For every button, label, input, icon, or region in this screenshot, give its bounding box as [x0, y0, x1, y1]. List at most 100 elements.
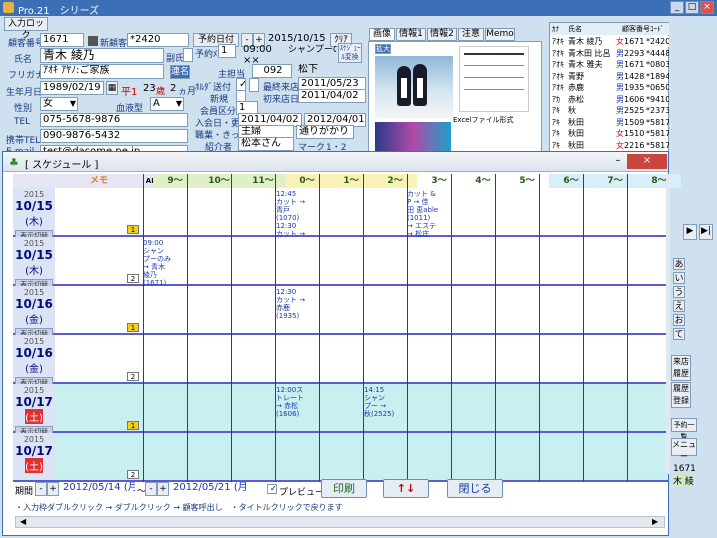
schedule-row[interactable]: [143, 237, 668, 286]
history-button[interactable]: 来店履歴: [671, 355, 691, 381]
list-item[interactable]: ｱｵｷ 青野 男 1428 *1894: [550, 71, 670, 82]
list-item[interactable]: ｱｶ 赤松 男 1606 *9410: [550, 94, 670, 105]
calendar-icon[interactable]: ▦: [106, 81, 118, 95]
tel-field[interactable]: 075-5678-9876: [40, 113, 188, 127]
day-cell[interactable]: 2015 10/15 (木) 表示切替: [13, 188, 55, 242]
to-minus-button[interactable]: -: [145, 482, 157, 496]
tab-image[interactable]: 画像: [369, 28, 395, 41]
sched-close-icon[interactable]: ×: [627, 154, 667, 169]
intro-field[interactable]: 松本さん: [238, 137, 294, 151]
list-item[interactable]: ｱｷ 秋田 男 1509 *5817: [550, 117, 670, 128]
tab-caution[interactable]: 注意: [458, 28, 484, 41]
list-cell-code: *1894: [646, 71, 671, 81]
list-item[interactable]: ｱｷ 秋田 女 2216 *5817: [550, 140, 670, 151]
scroll-left-icon[interactable]: ◀: [20, 517, 26, 526]
date-from[interactable]: 2012/05/14 (月): [61, 482, 135, 496]
memo-cell[interactable]: 1: [55, 286, 143, 335]
blood-select[interactable]: A ▼: [150, 97, 184, 111]
to-plus-button[interactable]: +: [157, 482, 169, 496]
mail-checkbox-2[interactable]: [249, 78, 259, 92]
appointment[interactable]: 12:30 カット → 赤鹿 (1935): [276, 288, 305, 320]
kana-button-te[interactable]: て: [673, 328, 685, 340]
scroll-right-icon[interactable]: ▶: [652, 517, 658, 526]
first-visit-field[interactable]: 2011/04/02: [298, 89, 366, 103]
memo-cell[interactable]: 2: [55, 433, 143, 482]
list-item[interactable]: ｱｵｷ 青木 綾乃 女 1671 *2420: [550, 36, 670, 47]
list-cell-name: 青木 綾乃: [568, 37, 603, 46]
menu-button[interactable]: メニュー: [671, 438, 697, 461]
from-minus-button[interactable]: -: [35, 482, 47, 496]
schedule-convert-button[interactable]: ｽｹｼﾞｭｰﾙ変換: [338, 43, 362, 63]
appointment[interactable]: 12:45 カット → 青戸 (1070) 12:30 カット →: [276, 190, 305, 238]
excel-format[interactable]: Excelファイル形式: [453, 114, 537, 126]
schedule-row[interactable]: [143, 286, 668, 335]
main-window: Pro.21 シリーズ _ □ × 入力ロック 顧客番号 1671 新顧客ｺｰﾄ…: [0, 0, 717, 538]
staff-no-field[interactable]: 092: [252, 64, 292, 78]
kana-button-a[interactable]: あ: [673, 258, 685, 270]
gender-select[interactable]: 女 ▼: [40, 97, 78, 111]
history-register-button[interactable]: 履歴登録: [671, 382, 691, 408]
appointment[interactable]: カット & P → 佳 田 恵able (1011) → エステ → 松庄: [407, 190, 438, 238]
close-button[interactable]: 閉じる: [447, 479, 503, 498]
memo-cell[interactable]: 2: [55, 237, 143, 286]
appointment[interactable]: 14:15 シャン プー → 秋(2525): [364, 386, 394, 418]
date-to[interactable]: 2012/05/21 (月): [171, 482, 247, 496]
day-cell[interactable]: 2015 10/16 (金) 表示切替: [13, 335, 55, 389]
customer-no-field[interactable]: 1671: [40, 33, 84, 47]
tab-memo[interactable]: Memo: [485, 28, 515, 41]
memo-cell[interactable]: 1: [55, 384, 143, 433]
minimize-icon[interactable]: _: [670, 1, 684, 14]
day-cell[interactable]: 2015 10/17 (土): [13, 433, 55, 482]
suffix-checkbox[interactable]: [183, 48, 193, 62]
memo-cell[interactable]: 1: [55, 188, 143, 237]
list-item[interactable]: ｱｷ 秋 男 2525 *2373: [550, 105, 670, 116]
from-plus-button[interactable]: +: [47, 482, 59, 496]
kana-button-i[interactable]: い: [673, 272, 685, 284]
maximize-icon[interactable]: □: [685, 1, 699, 14]
list-item[interactable]: ｱｷ 秋田 女 1510 *5817: [550, 128, 670, 139]
schedule-row[interactable]: [143, 433, 668, 482]
name-field[interactable]: 青木 綾乃: [40, 48, 164, 63]
day-cell[interactable]: 2015 10/16 (金) 表示切替: [13, 286, 55, 340]
schedule-row[interactable]: [143, 384, 668, 433]
sched-minimize-icon[interactable]: –: [611, 155, 625, 168]
list-cell-sex: 男: [616, 60, 624, 69]
preview-checkbox[interactable]: ✓: [267, 484, 277, 494]
horizontal-scrollbar[interactable]: ◀ ▶: [15, 516, 665, 528]
furigana-field[interactable]: ｱｵｷ ｱﾔﾉ:ご家族: [40, 64, 164, 79]
tab-info2[interactable]: 情報2: [427, 28, 457, 41]
list-item[interactable]: ｱｵｷ 青木田 比呂男 2293 *4448: [550, 48, 670, 59]
mobile-field[interactable]: 090-9876-5432: [40, 129, 188, 143]
kana-button-e[interactable]: え: [673, 300, 685, 312]
appointment[interactable]: 09:00 シャン プーのみ → 青木 綾乃 (1671): [143, 239, 171, 287]
kana-button-o[interactable]: お: [673, 314, 685, 326]
appointment[interactable]: 12:00ス トレート → 赤松 (1606): [276, 386, 304, 418]
birth-field[interactable]: 1989/02/19: [40, 81, 104, 95]
schedule-row[interactable]: [143, 188, 668, 237]
print-button[interactable]: 印刷: [321, 479, 367, 498]
trigger-select[interactable]: 通りがかり: [296, 125, 354, 139]
kana-button-u[interactable]: う: [673, 286, 685, 298]
list-item[interactable]: ｱｵｷ 青木 雅夫 男 1671 *0803: [550, 59, 670, 70]
barcode-icon[interactable]: [88, 36, 98, 46]
new-code-field[interactable]: *2420: [127, 33, 189, 47]
family-button[interactable]: 連名: [170, 65, 190, 79]
next-icon[interactable]: ▶: [683, 224, 697, 240]
schedule-row[interactable]: [143, 335, 668, 384]
schedule-title[interactable]: [ スケジュール ]: [25, 156, 98, 171]
day-week: (木): [25, 266, 43, 277]
last-icon[interactable]: ▶|: [699, 224, 713, 240]
vertical-scrollbar[interactable]: [666, 174, 670, 474]
reserve-list-button[interactable]: 予約一覧: [671, 418, 697, 441]
list-cell-name: 青木田 比呂: [568, 48, 611, 58]
list-item[interactable]: ｱｵｷ 赤鹿 男 1935 *0650: [550, 82, 670, 93]
tab-info1[interactable]: 情報1: [396, 28, 426, 41]
close-icon[interactable]: ×: [700, 1, 714, 14]
day-cell[interactable]: 2015 10/17 (土) 表示切替: [13, 384, 55, 438]
input-lock-checkbox[interactable]: 入力ロック: [4, 17, 48, 41]
reserve-type-select[interactable]: 1: [218, 44, 236, 58]
day-cell[interactable]: 2015 10/15 (木) 表示切替: [13, 237, 55, 291]
expand-button[interactable]: 拡大: [375, 44, 391, 54]
memo-cell[interactable]: 2: [55, 335, 143, 384]
updown-button[interactable]: ↑↓: [383, 479, 429, 498]
